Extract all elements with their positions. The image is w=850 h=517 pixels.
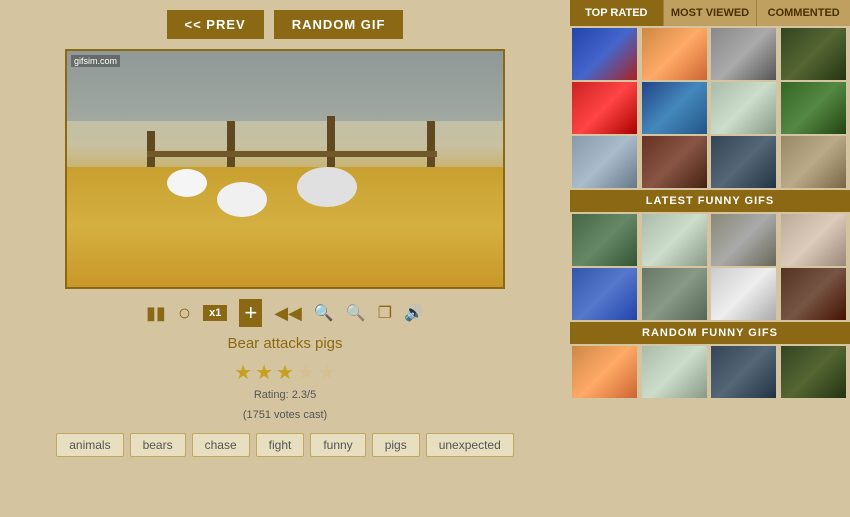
- tab-most-viewed[interactable]: MOST VIEWED: [664, 0, 758, 26]
- tab-commented[interactable]: COMMENTED: [757, 0, 850, 26]
- top-rated-grid: [570, 26, 850, 190]
- x1-button[interactable]: x1: [203, 305, 227, 321]
- thumb-latest-7[interactable]: [711, 268, 776, 320]
- tag-fight[interactable]: fight: [256, 433, 305, 457]
- random-grid: [570, 344, 850, 400]
- thumb-top-9[interactable]: [572, 136, 637, 188]
- thumb-top-4[interactable]: [781, 28, 846, 80]
- tags-row: animals bears chase fight funny pigs une…: [56, 433, 514, 457]
- thumb-random-4[interactable]: [781, 346, 846, 398]
- gif-container: gifsim.com: [65, 49, 505, 289]
- thumb-top-5[interactable]: [572, 82, 637, 134]
- thumb-top-7[interactable]: [711, 82, 776, 134]
- thumb-latest-6[interactable]: [642, 268, 707, 320]
- thumb-top-10[interactable]: [642, 136, 707, 188]
- thumb-top-11[interactable]: [711, 136, 776, 188]
- playback-controls: ▮▮ ○ x1 + ◀◀ 🔍 🔍 ❐ 🔊: [146, 299, 424, 327]
- tab-bar: TOP RATED MOST VIEWED COMMENTED: [570, 0, 850, 26]
- left-panel: << PREV RANDOM GIF gifsim.com: [0, 0, 570, 517]
- random-section-header: RANDOM FUNNY GIFS: [570, 322, 850, 344]
- thumb-latest-8[interactable]: [781, 268, 846, 320]
- rewind-button[interactable]: ◀◀: [274, 303, 302, 324]
- thumb-random-2[interactable]: [642, 346, 707, 398]
- thumb-top-3[interactable]: [711, 28, 776, 80]
- thumb-top-6[interactable]: [642, 82, 707, 134]
- star-5[interactable]: ★: [318, 360, 336, 385]
- sound-button[interactable]: 🔊: [404, 303, 424, 323]
- latest-section-header: LATEST FUNNY GIFS: [570, 190, 850, 212]
- gif-watermark: gifsim.com: [71, 55, 120, 67]
- stars-rating: ★ ★ ★ ★ ★: [234, 360, 336, 385]
- tag-pigs[interactable]: pigs: [372, 433, 420, 457]
- tag-animals[interactable]: animals: [56, 433, 123, 457]
- thumb-latest-3[interactable]: [711, 214, 776, 266]
- star-1[interactable]: ★: [234, 360, 252, 385]
- rating-value: Rating: 2.3/5: [254, 389, 316, 401]
- thumb-latest-4[interactable]: [781, 214, 846, 266]
- tag-funny[interactable]: funny: [310, 433, 365, 457]
- expand-button[interactable]: ❐: [378, 303, 392, 323]
- thumb-top-1[interactable]: [572, 28, 637, 80]
- zoom-out-button[interactable]: 🔍: [314, 303, 334, 323]
- thumb-top-12[interactable]: [781, 136, 846, 188]
- top-buttons: << PREV RANDOM GIF: [167, 10, 404, 39]
- latest-grid: [570, 212, 850, 322]
- tag-bears[interactable]: bears: [130, 433, 186, 457]
- tag-unexpected[interactable]: unexpected: [426, 433, 514, 457]
- tag-chase[interactable]: chase: [192, 433, 250, 457]
- star-3[interactable]: ★: [276, 360, 294, 385]
- gif-title[interactable]: Bear attacks pigs: [227, 335, 342, 352]
- random-gif-button[interactable]: RANDOM GIF: [274, 10, 404, 39]
- tab-top-rated[interactable]: TOP RATED: [570, 0, 664, 26]
- plus-button[interactable]: +: [239, 299, 262, 327]
- pause-button[interactable]: ▮▮: [146, 303, 166, 324]
- thumb-latest-1[interactable]: [572, 214, 637, 266]
- right-panel: TOP RATED MOST VIEWED COMMENTED LATEST F…: [570, 0, 850, 517]
- thumb-random-3[interactable]: [711, 346, 776, 398]
- thumb-top-8[interactable]: [781, 82, 846, 134]
- star-4[interactable]: ★: [297, 360, 315, 385]
- thumb-latest-5[interactable]: [572, 268, 637, 320]
- thumb-random-1[interactable]: [572, 346, 637, 398]
- thumb-top-2[interactable]: [642, 28, 707, 80]
- zoom-in-button[interactable]: 🔍: [346, 303, 366, 323]
- thumb-latest-2[interactable]: [642, 214, 707, 266]
- prev-button[interactable]: << PREV: [167, 10, 264, 39]
- minus-button[interactable]: ○: [178, 300, 191, 326]
- star-2[interactable]: ★: [255, 360, 273, 385]
- votes-count: (1751 votes cast): [243, 409, 327, 421]
- gif-scene: [67, 51, 503, 287]
